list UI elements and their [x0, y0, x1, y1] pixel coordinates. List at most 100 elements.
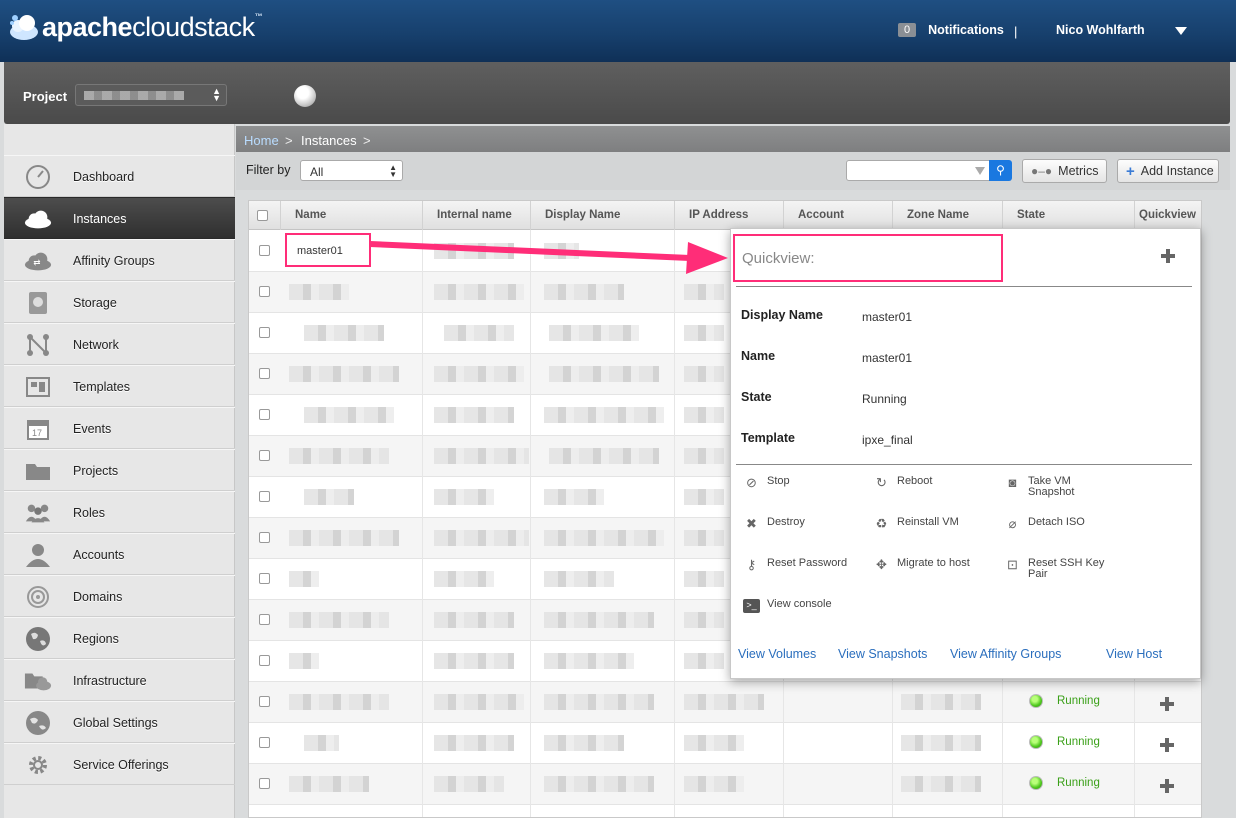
user-menu-caret-icon[interactable]	[1175, 27, 1187, 35]
row-checkbox[interactable]	[259, 696, 270, 707]
quickview-plus-icon[interactable]	[1160, 738, 1174, 752]
sidebar-item-templates[interactable]: Templates	[4, 365, 235, 407]
sidebar-item-instances[interactable]: Instances	[4, 197, 235, 239]
column-header-name[interactable]: Name	[280, 201, 422, 230]
action-view-console[interactable]: >_ View console	[743, 599, 832, 613]
view-host-link[interactable]: View Host	[1106, 647, 1162, 661]
account-icon	[24, 542, 52, 568]
quickview-plus-icon[interactable]	[1160, 779, 1174, 793]
action-migrate-to-host[interactable]: ✥ Migrate to host	[873, 558, 970, 572]
column-header-quickview: Quickview	[1134, 201, 1201, 230]
field-value-state: Running	[862, 392, 907, 406]
action-reinstall-vm[interactable]: ♻ Reinstall VM	[873, 517, 959, 531]
sidebar-item-label: Storage	[73, 296, 117, 310]
logo[interactable]: apachecloudstack™	[8, 10, 263, 44]
view-affinity-groups-link[interactable]: View Affinity Groups	[950, 647, 1061, 661]
column-header-ip-address[interactable]: IP Address	[674, 201, 783, 230]
sidebar-item-regions[interactable]: Regions	[4, 617, 235, 659]
redacted-cell	[684, 325, 724, 341]
row-checkbox[interactable]	[259, 450, 270, 461]
breadcrumb-separator: >	[285, 133, 293, 148]
redacted-cell	[684, 735, 744, 751]
quickview-plus-icon[interactable]	[1160, 697, 1174, 711]
project-label: Project	[23, 89, 68, 104]
redacted-cell	[304, 325, 384, 341]
view-snapshots-link[interactable]: View Snapshots	[838, 647, 927, 661]
breadcrumb-home-link[interactable]: Home	[244, 133, 279, 148]
sidebar-item-roles[interactable]: Roles	[4, 491, 235, 533]
row-checkbox[interactable]	[259, 737, 270, 748]
action-reboot[interactable]: ↻ Reboot	[873, 476, 932, 490]
action-take-vm-snapshot[interactable]: ◙ Take VM Snapshot	[1004, 476, 1075, 498]
action-stop[interactable]: ⊘ Stop	[743, 476, 790, 490]
globe-icon[interactable]	[294, 85, 316, 107]
action-destroy[interactable]: ✖ Destroy	[743, 517, 805, 531]
sidebar-item-storage[interactable]: Storage	[4, 281, 235, 323]
sidebar-item-label: Dashboard	[73, 170, 135, 184]
sidebar-item-label: Instances	[73, 212, 127, 226]
column-header-account[interactable]: Account	[783, 201, 892, 230]
redacted-cell	[544, 653, 634, 669]
column-header-internal-name[interactable]: Internal name	[422, 201, 530, 230]
search-dropdown-icon[interactable]	[975, 167, 985, 175]
sidebar-item-infrastructure[interactable]: Infrastructure	[4, 659, 235, 701]
sidebar-item-domains[interactable]: Domains	[4, 575, 235, 617]
redacted-cell	[684, 571, 724, 587]
row-checkbox[interactable]	[259, 286, 270, 297]
running-status-icon	[1029, 735, 1043, 749]
metrics-button[interactable]: ●–● Metrics	[1022, 159, 1107, 183]
column-header-display-name[interactable]: Display Name	[530, 201, 674, 230]
redacted-cell	[544, 776, 654, 792]
row-checkbox[interactable]	[259, 368, 270, 379]
sidebar-item-label: Global Settings	[73, 716, 158, 730]
logo-trademark: ™	[254, 11, 263, 21]
row-checkbox[interactable]	[259, 409, 270, 420]
row-checkbox[interactable]	[259, 491, 270, 502]
table-row[interactable]: Running	[249, 764, 1201, 805]
filter-select[interactable]: All ▲ ▼	[300, 160, 403, 181]
breadcrumb-current[interactable]: Instances	[301, 133, 357, 148]
add-instance-button[interactable]: + Add Instance	[1117, 159, 1219, 183]
row-checkbox[interactable]	[259, 245, 270, 256]
highlighted-instance-name[interactable]: master01	[285, 233, 371, 267]
row-checkbox[interactable]	[259, 778, 270, 789]
view-volumes-link[interactable]: View Volumes	[738, 647, 816, 661]
row-checkbox[interactable]	[259, 655, 270, 666]
svg-text:⇄: ⇄	[33, 258, 40, 268]
action-reset-password[interactable]: ⚷ Reset Password	[743, 558, 847, 572]
select-all-checkbox[interactable]	[257, 210, 268, 221]
search-icon: ⚲	[996, 163, 1005, 177]
sidebar-item-affinity-groups[interactable]: ⇄ Affinity Groups	[4, 239, 235, 281]
project-select[interactable]: ▲ ▼	[75, 84, 227, 106]
metrics-label: Metrics	[1058, 164, 1099, 178]
action-detach-iso[interactable]: ⌀ Detach ISO	[1004, 517, 1085, 531]
column-header-zone-name[interactable]: Zone Name	[892, 201, 1002, 230]
sidebar-item-service-offerings[interactable]: Service Offerings	[4, 743, 235, 785]
column-header-state[interactable]: State	[1002, 201, 1134, 230]
state-text: Running	[1057, 736, 1100, 748]
sidebar-item-accounts[interactable]: Accounts	[4, 533, 235, 575]
search-button[interactable]: ⚲	[989, 160, 1012, 181]
row-checkbox[interactable]	[259, 614, 270, 625]
sidebar-item-label: Events	[73, 422, 112, 436]
sidebar-item-events[interactable]: 17 Events	[4, 407, 235, 449]
action-reset-ssh-key-pair[interactable]: ⊡ Reset SSH Key Pair	[1004, 558, 1104, 580]
sidebar-item-global-settings[interactable]: Global Settings	[4, 701, 235, 743]
domains-icon	[24, 584, 52, 610]
search-input[interactable]	[846, 160, 990, 181]
user-menu[interactable]: Nico Wohlfarth	[1056, 23, 1145, 37]
row-checkbox[interactable]	[259, 327, 270, 338]
action-label: Destroy	[767, 516, 805, 528]
redacted-cell	[549, 448, 659, 464]
notifications-button[interactable]: 0 Notifications	[898, 23, 1004, 37]
table-row[interactable]: Running	[249, 682, 1201, 723]
quickview-plus-icon[interactable]	[1161, 249, 1175, 263]
sidebar-item-network[interactable]: Network	[4, 323, 235, 365]
table-row[interactable]: Running	[249, 723, 1201, 764]
redacted-cell	[304, 489, 354, 505]
redacted-cell	[434, 694, 524, 710]
sidebar-item-projects[interactable]: Projects	[4, 449, 235, 491]
sidebar-item-dashboard[interactable]: Dashboard	[4, 155, 235, 197]
row-checkbox[interactable]	[259, 573, 270, 584]
row-checkbox[interactable]	[259, 532, 270, 543]
